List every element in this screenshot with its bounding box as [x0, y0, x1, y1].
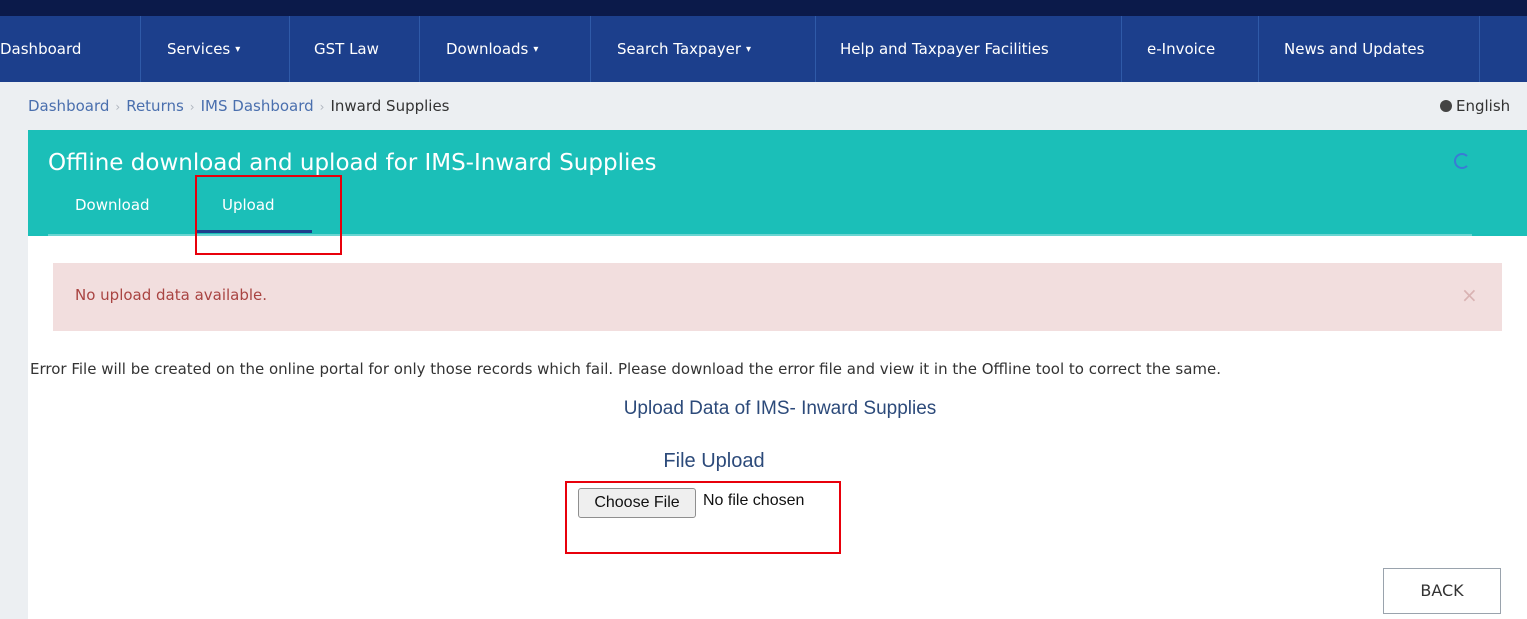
nav-gst-law[interactable]: GST Law: [314, 16, 379, 82]
nav-downloads-label: Downloads: [446, 40, 529, 58]
nav-separator: [140, 16, 141, 82]
globe-icon: [1440, 100, 1452, 112]
nav-separator: [289, 16, 290, 82]
info-text: Error File will be created on the online…: [30, 360, 1502, 378]
alert-banner: [53, 263, 1502, 331]
highlight-box-upload-tab: [195, 175, 342, 255]
top-strip: [0, 0, 1527, 16]
refresh-icon[interactable]: [1454, 153, 1470, 169]
nav-news-label: News and Updates: [1284, 40, 1425, 58]
nav-search-taxpayer-label: Search Taxpayer: [617, 40, 742, 58]
file-upload-label: File Upload: [663, 450, 765, 472]
nav-separator: [1121, 16, 1122, 82]
close-icon[interactable]: ×: [1461, 283, 1478, 307]
nav-dashboard-label: Dashboard: [0, 40, 82, 58]
tab-download[interactable]: Download: [75, 196, 150, 214]
breadcrumb-current: Inward Supplies: [330, 97, 450, 115]
language-label: English: [1456, 97, 1511, 115]
breadcrumb-dashboard[interactable]: Dashboard: [28, 97, 109, 115]
info-text-content: Error File will be created on the online…: [30, 360, 1221, 378]
breadcrumb-ims-dashboard[interactable]: IMS Dashboard: [201, 97, 314, 115]
caret-down-icon: ▾: [746, 43, 752, 55]
alert-message: No upload data available.: [75, 286, 268, 304]
main-navbar: Dashboard Services ▾ GST Law Downloads ▾ S…: [0, 16, 1527, 82]
breadcrumb-returns[interactable]: Returns: [126, 97, 184, 115]
nav-separator: [590, 16, 591, 82]
nav-downloads[interactable]: Downloads ▾: [446, 16, 538, 82]
nav-e-invoice-label: e-Invoice: [1147, 40, 1216, 58]
breadcrumb-separator: ›: [189, 100, 195, 114]
highlight-box-file-input: [565, 481, 841, 554]
caret-down-icon: ▾: [235, 43, 241, 55]
nav-e-invoice[interactable]: e-Invoice: [1147, 16, 1215, 82]
upload-section-title: Upload Data of IMS- Inward Supplies: [623, 398, 937, 419]
page-title: Offline download and upload for IMS-Inwa…: [48, 150, 657, 176]
tab-download-label: Download: [75, 196, 150, 214]
back-button[interactable]: BACK: [1383, 568, 1501, 614]
nav-help-label: Help and Taxpayer Facilities: [840, 40, 1049, 58]
nav-separator: [419, 16, 420, 82]
breadcrumb-separator: ›: [319, 100, 325, 114]
breadcrumb: Dashboard › Returns › IMS Dashboard › Inward S…: [28, 82, 450, 130]
nav-gst-law-label: GST Law: [314, 40, 379, 58]
nav-services[interactable]: Services ▾: [167, 16, 240, 82]
nav-services-label: Services: [167, 40, 231, 58]
language-selector[interactable]: English: [1440, 82, 1510, 130]
nav-help-taxpayer-facilities[interactable]: Help and Taxpayer Facilities: [840, 16, 1049, 82]
nav-separator: [1258, 16, 1259, 82]
nav-separator: [1479, 16, 1480, 82]
nav-separator: [815, 16, 816, 82]
breadcrumb-separator: ›: [115, 100, 121, 114]
caret-down-icon: ▾: [533, 43, 539, 55]
nav-news-updates[interactable]: News and Updates: [1284, 16, 1424, 82]
nav-search-taxpayer[interactable]: Search Taxpayer ▾: [617, 16, 751, 82]
nav-dashboard[interactable]: Dashboard: [0, 16, 81, 82]
